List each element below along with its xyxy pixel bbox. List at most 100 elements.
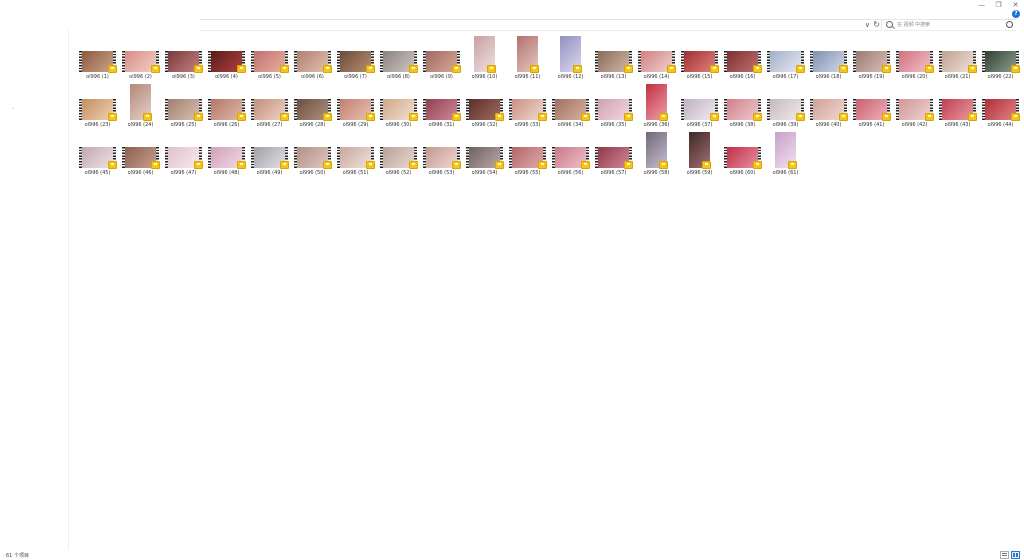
file-item[interactable]: ol996 (12) [549, 34, 592, 82]
file-name: ol996 (44) [987, 122, 1014, 128]
file-item[interactable]: ol996 (13) [592, 34, 635, 82]
file-item[interactable]: ol996 (37) [678, 82, 721, 130]
file-name: ol996 (35) [600, 122, 627, 128]
file-item[interactable]: ol996 (44) [979, 82, 1022, 130]
file-item[interactable]: ol996 (14) [635, 34, 678, 82]
file-item[interactable]: ol996 (43) [936, 82, 979, 130]
file-item[interactable]: ol996 (38) [721, 82, 764, 130]
file-item[interactable]: ol996 (41) [850, 82, 893, 130]
video-thumbnail [982, 99, 1020, 121]
file-item[interactable]: ol996 (48) [205, 130, 248, 178]
video-thumbnail [208, 51, 246, 73]
file-item[interactable]: ol996 (56) [549, 130, 592, 178]
window-caption: — ❐ ✕ [973, 0, 1024, 10]
file-item[interactable]: ol996 (53) [420, 130, 463, 178]
file-item[interactable]: ol996 (52) [377, 130, 420, 178]
file-item[interactable]: ol996 (11) [506, 34, 549, 82]
player-badge-icon [366, 113, 375, 121]
search-input[interactable]: 在 视频 中搜索 [881, 20, 1016, 29]
file-item[interactable]: ol996 (8) [377, 34, 420, 82]
file-item[interactable]: ol996 (18) [807, 34, 850, 82]
file-item[interactable]: ol996 (42) [893, 82, 936, 130]
thumbnail-area [76, 34, 119, 73]
file-name: ol996 (41) [858, 122, 885, 128]
file-item[interactable]: ol996 (20) [893, 34, 936, 82]
file-item[interactable]: ol996 (24) [119, 82, 162, 130]
file-item[interactable]: ol996 (47) [162, 130, 205, 178]
minimize-icon[interactable]: — [973, 0, 990, 10]
video-thumbnail [638, 51, 676, 73]
file-item[interactable]: ol996 (17) [764, 34, 807, 82]
file-item[interactable]: ol996 (40) [807, 82, 850, 130]
file-item[interactable]: ol996 (7) [334, 34, 377, 82]
file-item[interactable]: ol996 (16) [721, 34, 764, 82]
file-item[interactable]: ol996 (23) [76, 82, 119, 130]
file-item[interactable]: ol996 (33) [506, 82, 549, 130]
file-item[interactable]: ol996 (51) [334, 130, 377, 178]
player-badge-icon [452, 65, 461, 73]
player-badge-icon [710, 113, 719, 121]
thumbnail-area [334, 130, 377, 169]
file-item[interactable]: ol996 (5) [248, 34, 291, 82]
file-item[interactable]: ol996 (9) [420, 34, 463, 82]
close-icon[interactable]: ✕ [1007, 0, 1024, 10]
file-item[interactable]: ol996 (36) [635, 82, 678, 130]
file-item[interactable]: ol996 (45) [76, 130, 119, 178]
file-item[interactable]: ol996 (3) [162, 34, 205, 82]
file-item[interactable]: ol996 (28) [291, 82, 334, 130]
search-button[interactable] [1006, 21, 1013, 28]
file-item[interactable]: ol996 (50) [291, 130, 334, 178]
file-item[interactable]: ol996 (55) [506, 130, 549, 178]
player-badge-icon [366, 65, 375, 73]
file-item[interactable]: ol996 (60) [721, 130, 764, 178]
details-view-icon[interactable] [1000, 551, 1009, 559]
file-item[interactable]: ol996 (10) [463, 34, 506, 82]
file-item[interactable]: ol996 (32) [463, 82, 506, 130]
file-item[interactable]: ol996 (19) [850, 34, 893, 82]
file-item[interactable]: ol996 (25) [162, 82, 205, 130]
file-name: ol996 (23) [84, 122, 111, 128]
file-item[interactable]: ol996 (57) [592, 130, 635, 178]
file-item[interactable]: ol996 (26) [205, 82, 248, 130]
file-item[interactable]: ol996 (6) [291, 34, 334, 82]
thumbnail-area [377, 82, 420, 121]
file-item[interactable]: ol996 (2) [119, 34, 162, 82]
video-thumbnail [466, 99, 504, 121]
file-item[interactable]: ol996 (58) [635, 130, 678, 178]
file-item[interactable]: ol996 (61) [764, 130, 807, 178]
video-thumbnail [423, 147, 461, 169]
file-item[interactable]: ol996 (59) [678, 130, 721, 178]
video-thumbnail [767, 99, 805, 121]
player-badge-icon [968, 113, 977, 121]
video-thumbnail [251, 51, 289, 73]
player-badge-icon [487, 65, 496, 73]
file-item[interactable]: ol996 (27) [248, 82, 291, 130]
file-name: ol996 (19) [858, 74, 885, 80]
file-item[interactable]: ol996 (49) [248, 130, 291, 178]
navigation-pane[interactable] [0, 30, 69, 550]
help-icon[interactable]: ? [1012, 10, 1020, 18]
file-item[interactable]: ol996 (46) [119, 130, 162, 178]
file-item[interactable]: ol996 (22) [979, 34, 1022, 82]
file-item[interactable]: ol996 (30) [377, 82, 420, 130]
file-item[interactable]: ol996 (39) [764, 82, 807, 130]
refresh-icon[interactable]: ↻ [873, 20, 880, 29]
file-item[interactable]: ol996 (34) [549, 82, 592, 130]
chevron-down-icon[interactable]: ∨ [865, 21, 870, 29]
video-thumbnail [595, 99, 633, 121]
player-badge-icon [323, 113, 332, 121]
player-badge-icon [323, 65, 332, 73]
file-item[interactable]: ol996 (1) [76, 34, 119, 82]
maximize-icon[interactable]: ❐ [990, 0, 1007, 10]
file-item[interactable]: ol996 (15) [678, 34, 721, 82]
file-item[interactable]: ol996 (31) [420, 82, 463, 130]
video-thumbnail [208, 147, 246, 169]
file-item[interactable]: ol996 (4) [205, 34, 248, 82]
thumbnail-area [549, 130, 592, 169]
file-item[interactable]: ol996 (29) [334, 82, 377, 130]
file-item[interactable]: ol996 (54) [463, 130, 506, 178]
large-icons-view-icon[interactable] [1011, 551, 1020, 559]
file-item[interactable]: ol996 (21) [936, 34, 979, 82]
thumbnail-area [463, 34, 506, 73]
file-item[interactable]: ol996 (35) [592, 82, 635, 130]
